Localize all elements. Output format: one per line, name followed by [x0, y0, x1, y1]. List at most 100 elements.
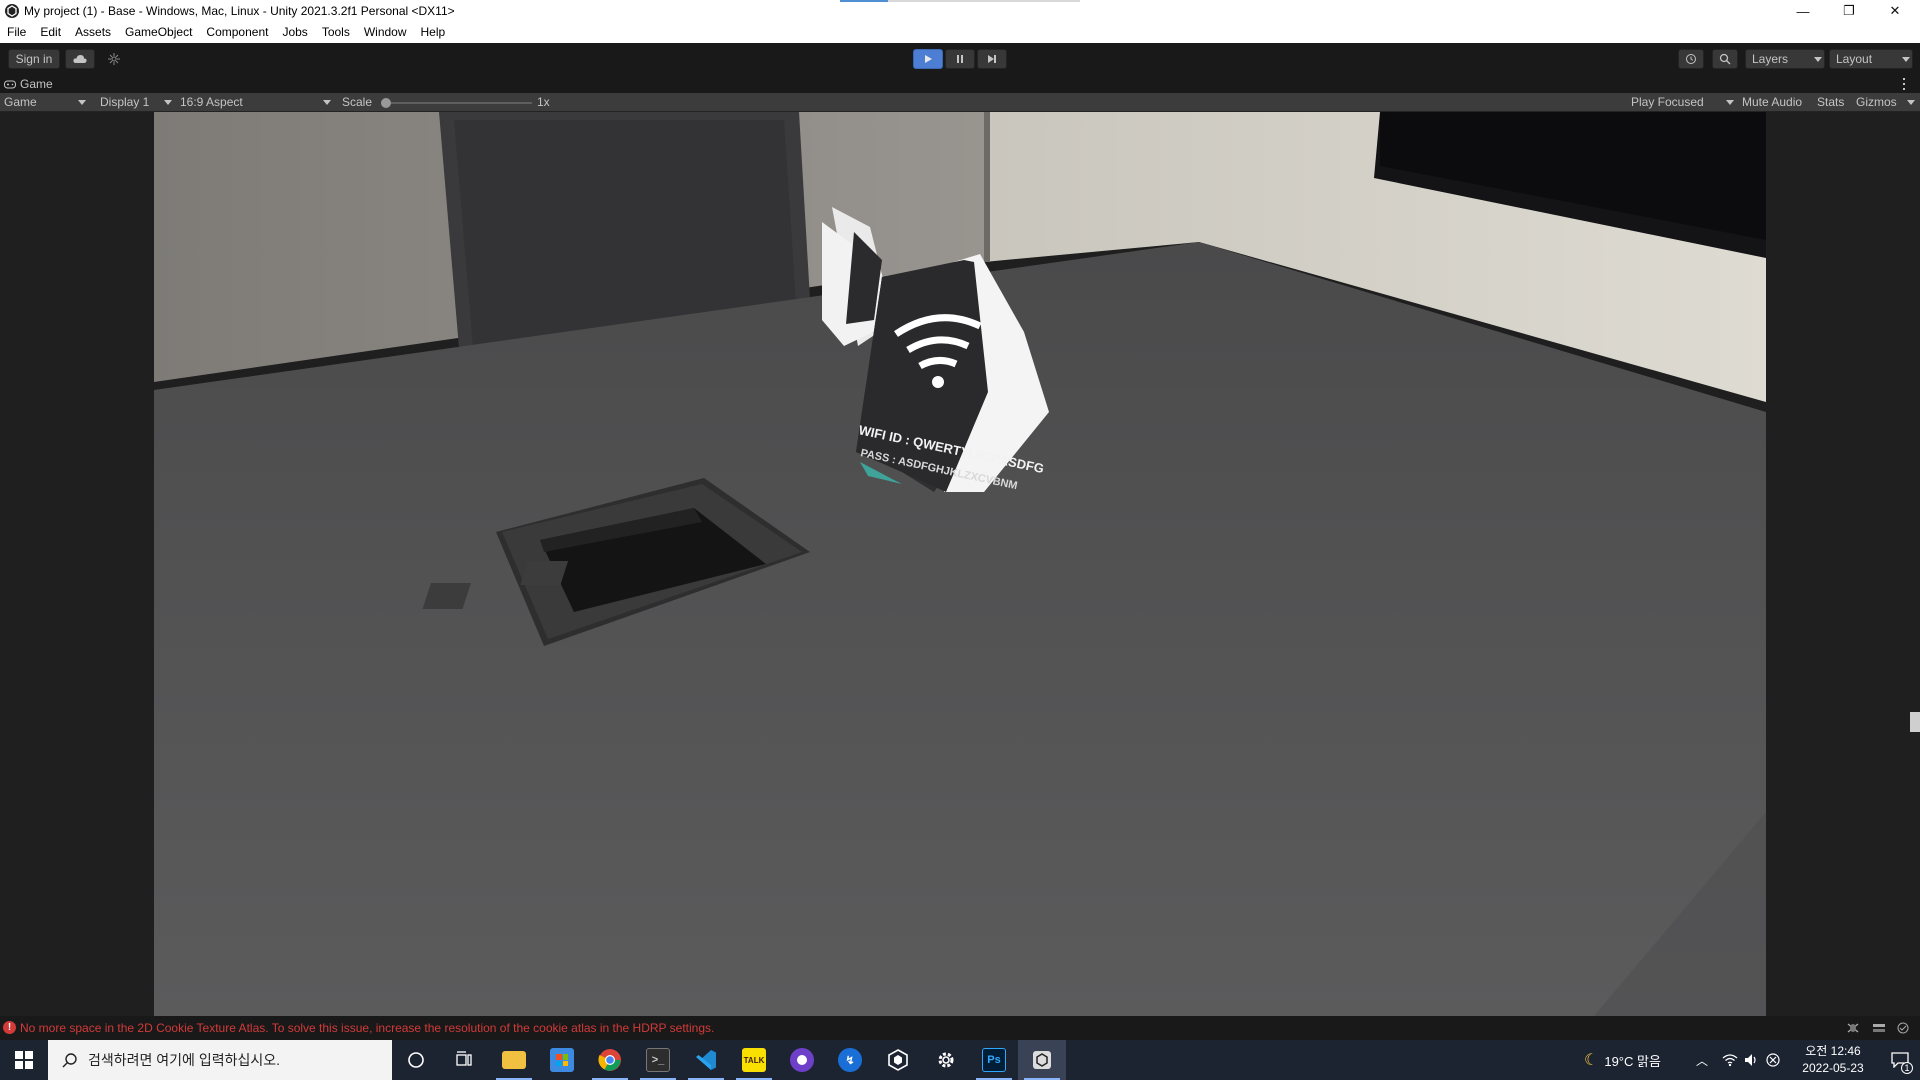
cortana-button[interactable] [392, 1040, 440, 1080]
mode-dropdown[interactable]: Game [4, 93, 88, 112]
maximize-button[interactable]: ❐ [1826, 0, 1872, 22]
layers-label: Layers [1752, 52, 1789, 66]
minimize-button[interactable]: — [1780, 0, 1826, 22]
unity-hub-icon [888, 1049, 908, 1071]
windows-taskbar: 검색하려면 여기에 입력하십시오. >_ TALK ↯ Ps ☾ 19°C 맑음… [0, 1040, 1920, 1080]
progress-icon[interactable] [1872, 1022, 1886, 1034]
menu-gameobject[interactable]: GameObject [118, 22, 199, 43]
collab-icon [108, 53, 120, 65]
scale-slider-track[interactable] [384, 102, 532, 104]
tab-game[interactable]: Game [4, 75, 53, 93]
menu-file[interactable]: File [0, 22, 33, 43]
menu-help[interactable]: Help [414, 22, 453, 43]
menu-assets[interactable]: Assets [68, 22, 118, 43]
layers-dropdown[interactable]: Layers [1745, 49, 1825, 69]
chevron-down-icon [164, 100, 172, 105]
taskbar-app-sourcetree[interactable]: ↯ [826, 1040, 874, 1080]
aspect-dropdown[interactable]: 16:9 Aspect [180, 93, 332, 112]
play-button[interactable] [913, 49, 943, 69]
taskbar-app-chrome[interactable] [586, 1040, 634, 1080]
play-icon [925, 55, 932, 63]
taskbar-app-kakaotalk[interactable]: TALK [730, 1040, 778, 1080]
game-viewport[interactable]: WIFI ID : QWERTYUIOPASDFG PASS : ASDFGHJ… [0, 112, 1920, 1016]
step-button[interactable] [977, 49, 1007, 69]
menu-jobs[interactable]: Jobs [275, 22, 314, 43]
debug-icon[interactable] [1846, 1022, 1860, 1034]
scale-label: Scale [342, 95, 373, 109]
task-view-button[interactable] [440, 1040, 488, 1080]
notification-center-button[interactable]: 1 [1880, 1040, 1920, 1080]
layout-dropdown[interactable]: Layout [1829, 49, 1913, 69]
weather-widget[interactable]: ☾ 19°C 맑음 [1584, 1040, 1661, 1080]
windows-logo-icon [15, 1051, 33, 1069]
chevron-down-icon [78, 100, 86, 105]
weather-text: 19°C 맑음 [1604, 1053, 1661, 1069]
network-icon[interactable] [1722, 1053, 1738, 1067]
step-icon [988, 55, 996, 63]
history-button[interactable] [1678, 49, 1704, 69]
tab-bar: Game [0, 75, 1920, 93]
taskbar-app-settings[interactable] [922, 1040, 970, 1080]
close-button[interactable]: ✕ [1872, 0, 1918, 22]
title-accent-bar [840, 0, 888, 2]
layers-status-icon[interactable] [1896, 1022, 1910, 1034]
menu-component[interactable]: Component [199, 22, 275, 43]
gizmos-label: Gizmos [1856, 95, 1897, 109]
moon-icon: ☾ [1584, 1052, 1599, 1069]
start-button[interactable] [0, 1040, 48, 1080]
menu-bar: File Edit Assets GameObject Component Jo… [0, 22, 1920, 43]
menu-edit[interactable]: Edit [33, 22, 68, 43]
play-focused-dropdown[interactable]: Play Focused [1631, 93, 1735, 112]
close-icon: ✕ [1889, 3, 1901, 18]
offscreen-window-edge [1910, 712, 1920, 732]
console-status-bar[interactable]: ! No more space in the 2D Cookie Texture… [0, 1016, 1920, 1040]
taskbar-app-unity-hub[interactable] [874, 1040, 922, 1080]
taskbar-app-vscode[interactable] [682, 1040, 730, 1080]
menu-tools[interactable]: Tools [315, 22, 357, 43]
mute-audio-toggle[interactable]: Mute Audio [1742, 93, 1802, 112]
gizmos-dropdown[interactable]: Gizmos [1856, 93, 1916, 112]
sourcetree-icon: ↯ [838, 1048, 862, 1072]
scale-slider-thumb[interactable] [381, 98, 391, 108]
clock[interactable]: 오전 12:46 2022-05-23 [1788, 1043, 1878, 1077]
taskbar-app-store[interactable] [538, 1040, 586, 1080]
kakaotalk-icon: TALK [742, 1048, 766, 1072]
taskbar-app-file-explorer[interactable] [490, 1040, 538, 1080]
scale-value: 1x [537, 95, 550, 109]
mode-label: Game [4, 95, 37, 109]
title-accent-bar-secondary [888, 0, 1080, 2]
menu-window[interactable]: Window [357, 22, 414, 43]
error-icon: ! [3, 1021, 16, 1034]
volume-icon[interactable] [1744, 1053, 1760, 1067]
play-focused-label: Play Focused [1631, 95, 1704, 109]
gamepad-icon [4, 80, 16, 88]
stats-toggle[interactable]: Stats [1817, 93, 1844, 112]
search-icon [62, 1053, 77, 1068]
photoshop-icon: Ps [982, 1048, 1006, 1072]
chevron-up-icon[interactable]: ︿ [1696, 1052, 1708, 1069]
kebab-menu-icon[interactable] [1903, 78, 1907, 90]
task-view-icon [456, 1051, 472, 1066]
taskbar-app-github-desktop[interactable] [778, 1040, 826, 1080]
unity-icon [1033, 1051, 1051, 1069]
aspect-label: 16:9 Aspect [180, 95, 243, 109]
taskbar-app-terminal[interactable]: >_ [634, 1040, 682, 1080]
layout-label: Layout [1836, 52, 1873, 66]
collab-button[interactable] [100, 49, 128, 69]
sign-in-button[interactable]: Sign in [8, 49, 60, 69]
minimize-icon: — [1796, 3, 1810, 19]
taskbar-app-photoshop[interactable]: Ps [970, 1040, 1018, 1080]
settings-icon [938, 1052, 954, 1068]
history-icon [1686, 54, 1696, 64]
taskbar-search-box[interactable]: 검색하려면 여기에 입력하십시오. [48, 1040, 392, 1080]
pause-icon [957, 55, 963, 63]
pause-button[interactable] [945, 49, 975, 69]
unity-logo-icon [5, 4, 19, 18]
taskbar-app-unity[interactable] [1018, 1040, 1066, 1080]
display-dropdown[interactable]: Display 1 [100, 93, 172, 112]
ime-status-icon[interactable] [1766, 1053, 1780, 1067]
cloud-button[interactable] [65, 49, 95, 69]
file-explorer-icon [502, 1051, 526, 1069]
search-button[interactable] [1712, 49, 1738, 69]
main-toolbar: Sign in Layers Layout [0, 43, 1920, 75]
